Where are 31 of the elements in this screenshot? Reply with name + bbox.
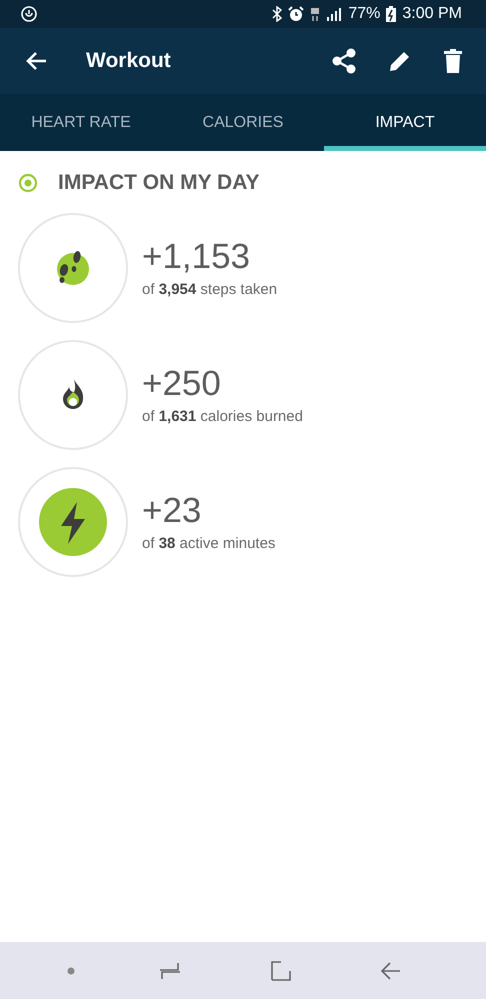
lightning-bolt-icon [39,488,107,556]
metric-caption: of 1,631 calories burned [142,408,303,425]
alarm-icon [288,6,304,22]
bluetooth-icon [272,6,282,22]
metric-caption: of 3,954 steps taken [142,280,278,298]
trash-icon [444,49,462,73]
tab[interactable]: CALORIES [162,94,324,151]
battery-charging-icon [386,6,396,22]
target-icon [18,173,38,193]
section-title: IMPACT ON MY DAY [58,171,260,195]
metric-value: +23 [142,492,202,531]
home-icon [271,960,291,980]
tab[interactable]: HEART RATE [0,94,162,151]
metric-caption: of 38 active minutes [142,534,276,552]
tab[interactable]: IMPACT [324,94,486,151]
screen-title: Workout [86,49,172,73]
metric-value: +250 [142,365,222,404]
share-icon [332,48,356,74]
clock-time: 3:00 PM [402,5,462,23]
signal-icon [326,7,342,21]
flame-icon [61,378,85,412]
app-notification-icon [20,5,38,23]
back-arrow-icon [381,962,401,980]
footprints-icon [55,249,91,287]
dot-icon [67,966,75,974]
battery-percent: 77% [348,5,380,23]
pencil-icon [388,49,412,73]
mobile-data-icon [310,6,320,22]
recent-apps-icon [159,960,181,980]
metric-value: +1,153 [142,238,252,277]
back-arrow-icon [26,51,48,71]
